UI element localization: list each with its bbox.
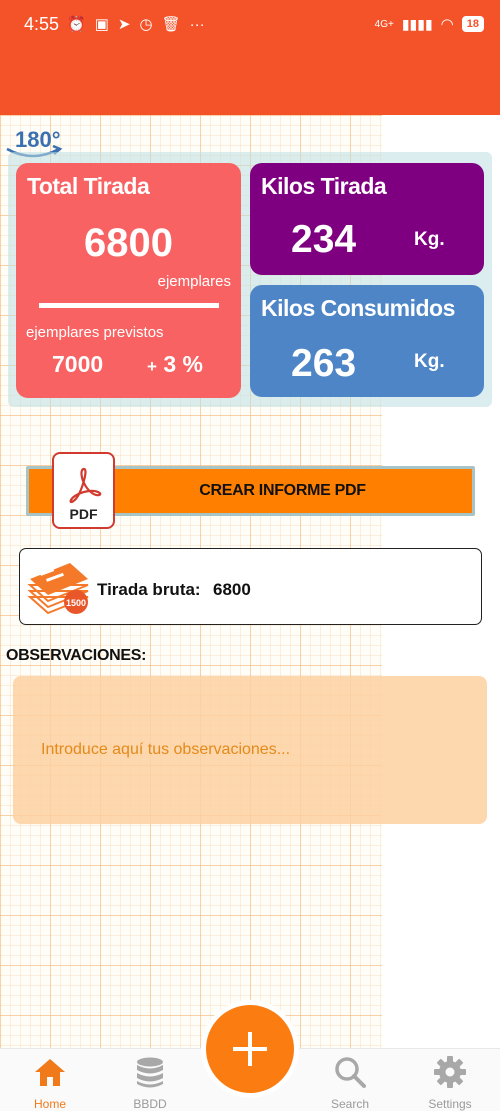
kilos-consumidos-card: Kilos Consumidos 263 Kg. — [250, 285, 484, 397]
total-tirada-unit: ejemplares — [157, 273, 231, 290]
kilos-tirada-value: 234 — [291, 218, 357, 261]
acrobat-icon — [69, 467, 102, 504]
nav-bbdd[interactable]: BBDD — [100, 1049, 200, 1111]
plus-icon — [233, 1032, 267, 1066]
kilos-consumidos-value: 263 — [291, 342, 357, 385]
nav-settings[interactable]: Settings — [400, 1049, 500, 1111]
kilos-tirada-card: Kilos Tirada 234 Kg. — [250, 163, 484, 275]
search-icon — [335, 1057, 366, 1088]
telegram-icon: ➤ — [117, 16, 131, 33]
nav-home[interactable]: Home — [0, 1049, 100, 1111]
nav-home-label: Home — [33, 1097, 66, 1111]
kilos-consumidos-title: Kilos Consumidos — [261, 295, 455, 321]
percent-diff: + 3 % — [147, 351, 203, 378]
nav-bbdd-label: BBDD — [133, 1097, 167, 1111]
printed-sheets-icon: 1500 — [27, 563, 89, 615]
add-button-circle — [206, 1005, 294, 1093]
pdf-icon[interactable]: PDF — [52, 452, 115, 529]
notification-icons: ⏰ ▣ ➤ ◷ 🗑 ··· — [67, 15, 205, 34]
percent-value: 3 % — [163, 351, 203, 377]
create-pdf-label: CREAR INFORME PDF — [199, 482, 366, 499]
kilos-consumidos-unit: Kg. — [414, 351, 445, 372]
add-button[interactable] — [201, 1000, 299, 1098]
status-time: 4:55 — [24, 13, 60, 34]
observaciones-placeholder: Introduce aquí tus observaciones... — [41, 741, 291, 758]
trash-icon: 🗑 — [161, 16, 181, 33]
alarm-icon: ⏰ — [67, 16, 86, 33]
status-bar: 4:55 ⏰ ▣ ➤ ◷ 🗑 ··· 4G+ ▮▮▮▮ ◠ 18 — [0, 0, 500, 48]
pdf-icon-label: PDF — [69, 506, 98, 522]
kilos-tirada-title: Kilos Tirada — [261, 173, 387, 199]
divider — [39, 303, 219, 308]
total-tirada-card: Total Tirada 6800 ejemplares ejemplares … — [16, 163, 241, 398]
kilos-tirada-unit: Kg. — [414, 229, 445, 250]
more-icon: ··· — [189, 15, 205, 33]
database-icon — [137, 1057, 163, 1088]
expected-value: 7000 — [52, 351, 104, 377]
status-right: 4G+ ▮▮▮▮ ◠ 18 — [375, 15, 484, 33]
percent-sign: + — [147, 357, 157, 376]
nav-search-label: Search — [330, 1097, 370, 1111]
sheets-badge: 1500 — [66, 598, 86, 608]
signal-icon: ▮▮▮▮ — [401, 15, 433, 32]
observaciones-title: OBSERVACIONES: — [6, 647, 147, 664]
tirada-bruta-value: 6800 — [213, 580, 251, 599]
network-label: 4G+ — [374, 18, 394, 30]
total-tirada-value: 6800 — [84, 221, 173, 265]
battery-icon: 18 — [461, 16, 484, 32]
clock-icon: ◷ — [139, 16, 153, 33]
total-tirada-title: Total Tirada — [27, 173, 150, 199]
observaciones-input[interactable]: Introduce aquí tus observaciones... — [13, 676, 487, 824]
tirada-bruta-label: Tirada bruta: — [97, 580, 201, 599]
app-bar — [0, 48, 500, 115]
home-icon — [35, 1059, 65, 1086]
expected-label: ejemplares previstos — [26, 324, 164, 341]
nav-search[interactable]: Search — [300, 1049, 400, 1111]
gear-icon — [434, 1056, 466, 1088]
tirada-bruta-row: 1500 Tirada bruta: 6800 — [19, 548, 482, 625]
wifi-icon: ◠ — [440, 16, 454, 33]
nfc-icon: ▣ — [94, 16, 109, 33]
nav-settings-label: Settings — [428, 1097, 472, 1111]
